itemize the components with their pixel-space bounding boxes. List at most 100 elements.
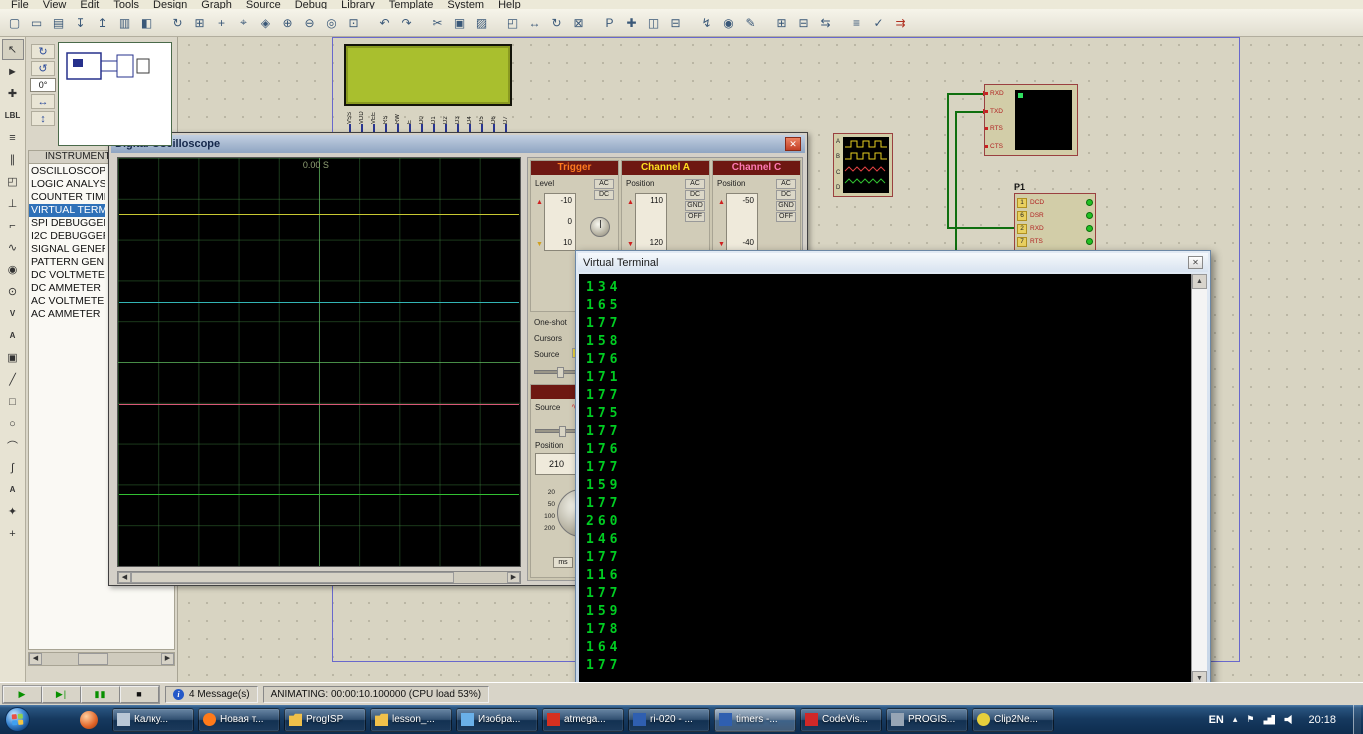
packaging-tool-icon[interactable]: ◫ — [643, 12, 664, 33]
bill-of-materials-icon[interactable]: ≡ — [846, 12, 867, 33]
graph-mode-icon[interactable]: ∿ — [2, 237, 24, 258]
language-indicator[interactable]: EN — [1209, 714, 1224, 726]
channel-c-coupling-button[interactable]: AC — [776, 179, 796, 189]
instrument-item[interactable]: SPI DEBUGGER — [29, 217, 105, 230]
marker-mode-icon[interactable]: + — [2, 523, 24, 544]
property-assignment-icon[interactable]: ✎ — [740, 12, 761, 33]
scrollbar-track[interactable] — [131, 572, 507, 583]
oscilloscope-titlebar[interactable]: Digital Oscilloscope ✕ — [111, 135, 805, 153]
wire-label-mode-icon[interactable]: LBL — [2, 105, 24, 126]
channel-a-coupling-button[interactable]: AC — [685, 179, 705, 189]
instrument-item[interactable]: DC AMMETER — [29, 282, 105, 295]
voltage-probe-mode-icon[interactable]: V — [2, 303, 24, 324]
remove-sheet-icon[interactable]: ⊟ — [793, 12, 814, 33]
pause-button[interactable]: ▮▮ — [81, 686, 120, 703]
menu-item[interactable]: Library — [334, 0, 382, 9]
cut-icon[interactable]: ✂ — [427, 12, 448, 33]
toggle-grid-icon[interactable]: ⊞ — [189, 12, 210, 33]
network-icon[interactable] — [1263, 715, 1275, 725]
instrument-item[interactable]: SIGNAL GENERATOR — [29, 243, 105, 256]
scroll-right-icon[interactable]: ▶ — [507, 572, 520, 583]
taskbar-item-calculator[interactable]: Калку... — [112, 708, 194, 732]
channel-c-coupling-button[interactable]: OFF — [776, 212, 796, 222]
channel-a-position-dial[interactable]: 110120 — [635, 193, 667, 251]
text-script-mode-icon[interactable]: ≡ — [2, 127, 24, 148]
zoom-in-icon[interactable]: ⊕ — [277, 12, 298, 33]
trigger-coupling-button[interactable]: AC — [594, 179, 614, 189]
tape-recorder-mode-icon[interactable]: ◉ — [2, 259, 24, 280]
scrollbar-track[interactable] — [42, 653, 161, 665]
zoom-all-icon[interactable]: ◎ — [321, 12, 342, 33]
copy-icon[interactable]: ▣ — [449, 12, 470, 33]
scroll-left-icon[interactable]: ◀ — [118, 572, 131, 583]
tray-expand-icon[interactable]: ▴ — [1233, 714, 1238, 725]
symbol-mode-icon[interactable]: ✦ — [2, 501, 24, 522]
channel-c-coupling-button[interactable]: GND — [776, 201, 796, 211]
circle-mode-icon[interactable]: ○ — [2, 413, 24, 434]
paste-icon[interactable]: ▨ — [471, 12, 492, 33]
taskbar-item-atmega-pdf[interactable]: atmega... — [542, 708, 624, 732]
goto-sheet-icon[interactable]: ⇆ — [815, 12, 836, 33]
start-button[interactable] — [5, 707, 30, 732]
new-design-icon[interactable]: ▢ — [4, 12, 25, 33]
zoom-out-icon[interactable]: ⊖ — [299, 12, 320, 33]
channel-a-coupling-button[interactable]: DC — [685, 190, 705, 200]
menu-item[interactable]: System — [440, 0, 491, 9]
virtual-instruments-mode-icon[interactable]: ▣ — [2, 347, 24, 368]
taskbar-item-progis[interactable]: PROGIS... — [886, 708, 968, 732]
instruments-scrollbar[interactable]: ◀ ▶ — [28, 652, 175, 666]
instrument-item[interactable]: COUNTER TIMER — [29, 191, 105, 204]
arc-mode-icon[interactable]: ⌒ — [2, 435, 24, 456]
menu-item[interactable]: Edit — [73, 0, 106, 9]
subcircuit-mode-icon[interactable]: ◰ — [2, 171, 24, 192]
menu-item[interactable]: Template — [382, 0, 441, 9]
path-mode-icon[interactable]: ∫ — [2, 457, 24, 478]
junction-dot-mode-icon[interactable]: ✚ — [2, 83, 24, 104]
design-overview-thumbnail[interactable] — [58, 42, 172, 146]
electrical-rules-check-icon[interactable]: ✓ — [868, 12, 889, 33]
trigger-coupling-button[interactable]: DC — [594, 190, 614, 200]
rotation-angle-field[interactable]: 0° — [30, 78, 56, 92]
taskbar-item-browser[interactable]: Новая т... — [198, 708, 280, 732]
taskbar-item-timers[interactable]: timers -... — [714, 708, 796, 732]
redraw-icon[interactable]: ↻ — [167, 12, 188, 33]
taskbar-item-clip2net[interactable]: Clip2Ne... — [972, 708, 1054, 732]
channel-a-coupling-button[interactable]: OFF — [685, 212, 705, 222]
rotate-anticlockwise-icon[interactable]: ↺ — [31, 61, 55, 76]
instrument-item[interactable]: AC VOLTMETER — [29, 295, 105, 308]
redo-icon[interactable]: ↷ — [396, 12, 417, 33]
channel-c-coupling-button[interactable]: DC — [776, 190, 796, 200]
box-mode-icon[interactable]: □ — [2, 391, 24, 412]
cursors-label[interactable]: Cursors — [534, 334, 562, 343]
instrument-item[interactable]: AC AMMETER — [29, 308, 105, 321]
one-shot-label[interactable]: One-shot — [534, 318, 567, 327]
virtual-terminal-component[interactable]: RXDTXDRTSCTS — [984, 84, 1078, 156]
generator-mode-icon[interactable]: ⊙ — [2, 281, 24, 302]
undo-icon[interactable]: ↶ — [374, 12, 395, 33]
menu-item[interactable]: Help — [491, 0, 528, 9]
rotate-clockwise-icon[interactable]: ↻ — [31, 44, 55, 59]
show-desktop-button[interactable] — [1353, 705, 1361, 734]
horizontal-mirror-icon[interactable]: ↔ — [31, 94, 55, 109]
oscilloscope-scrollbar[interactable]: ◀ ▶ — [117, 571, 521, 584]
p1-compim-component[interactable]: P1 1 DCD 6 DSR 2 RXD 7 RTS — [1014, 182, 1096, 251]
message-cell[interactable]: i 4 Message(s) — [165, 686, 258, 703]
instrument-item[interactable]: LOGIC ANALYSER — [29, 178, 105, 191]
terminal-mode-icon[interactable]: ⊥ — [2, 193, 24, 214]
component-mode-icon[interactable]: ► — [2, 61, 24, 82]
lcd-display-component[interactable]: VSS VDD VEE RS RW E — [344, 44, 512, 133]
scrollbar-thumb[interactable] — [131, 572, 454, 583]
channel-a-coupling-button[interactable]: GND — [685, 201, 705, 211]
print-icon[interactable]: ▥ — [114, 12, 135, 33]
close-icon[interactable]: ✕ — [1188, 256, 1203, 269]
new-sheet-icon[interactable]: ⊞ — [771, 12, 792, 33]
bus-mode-icon[interactable]: ∥ — [2, 149, 24, 170]
block-rotate-icon[interactable]: ↻ — [546, 12, 567, 33]
menu-item[interactable]: Source — [239, 0, 288, 9]
menu-item[interactable]: View — [36, 0, 74, 9]
selection-mode-icon[interactable]: ↖ — [2, 39, 24, 60]
zoom-area-icon[interactable]: ⊡ — [343, 12, 364, 33]
toggle-origin-icon[interactable]: + — [211, 12, 232, 33]
stop-button[interactable]: ■ — [120, 686, 159, 703]
terminal-titlebar[interactable]: Virtual Terminal ✕ — [578, 253, 1208, 272]
